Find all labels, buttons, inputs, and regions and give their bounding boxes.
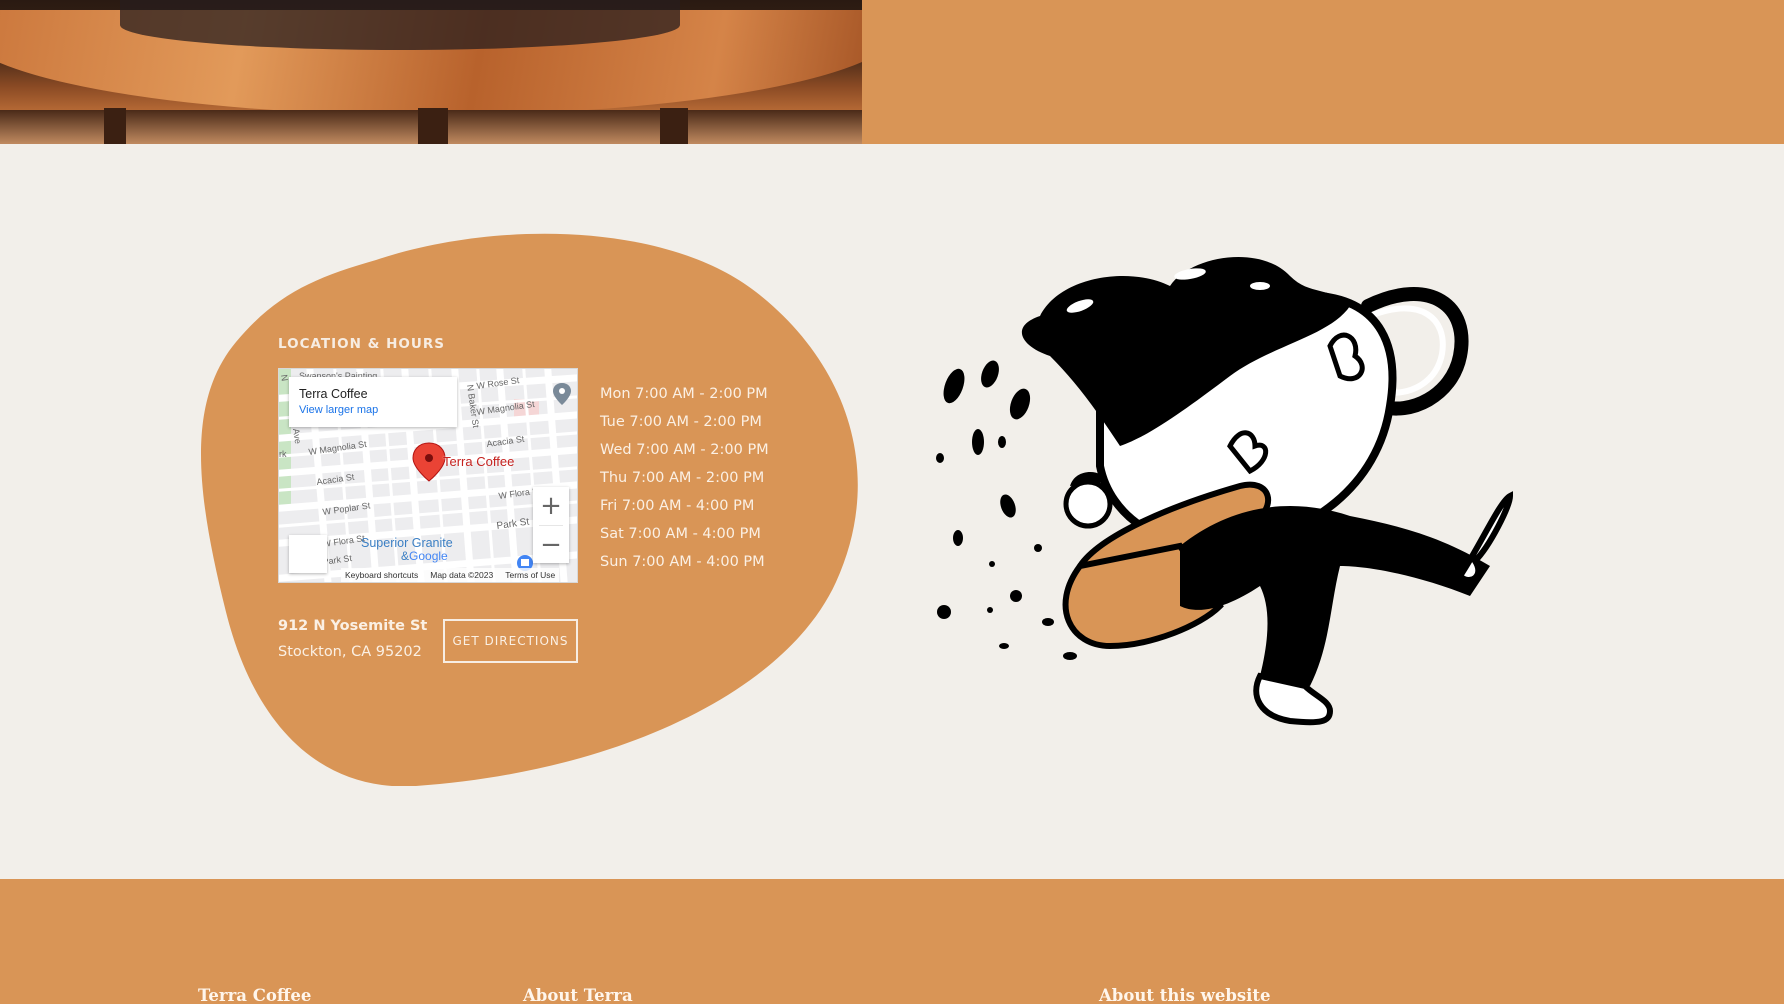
map-data-text: Map data ©2023	[430, 570, 494, 580]
table-photo	[0, 0, 862, 144]
hero-orange-panel	[862, 0, 1784, 144]
footer-heading-terra-coffee: Terra Coffee	[198, 986, 312, 1004]
hours-row: Thu 7:00 AM - 2:00 PM	[600, 470, 765, 486]
street-label: rk	[279, 449, 287, 459]
hours-row: Sun 7:00 AM - 4:00 PM	[600, 554, 765, 570]
keyboard-shortcuts-link[interactable]: Keyboard shortcuts	[345, 570, 418, 580]
footer-heading-about-terra: About Terra	[523, 986, 633, 1004]
table-leg	[418, 108, 448, 144]
get-directions-button[interactable]: GET DIRECTIONS	[443, 619, 578, 663]
hours-row: Wed 7:00 AM - 2:00 PM	[600, 442, 769, 458]
street-label: Ave	[291, 428, 303, 445]
street-view-pegman-button[interactable]	[289, 535, 327, 573]
hours-row: Tue 7:00 AM - 2:00 PM	[600, 414, 762, 430]
section-title: LOCATION & HOURS	[278, 336, 445, 352]
map-business-sub: &Google	[361, 550, 453, 563]
map-place-name: Terra Coffee	[299, 387, 368, 401]
address-street: 912 N Yosemite St	[278, 618, 428, 634]
table-leg	[660, 108, 688, 144]
hours-row: Sat 7:00 AM - 4:00 PM	[600, 526, 761, 542]
map-pin-label: Terra Coffee	[443, 454, 515, 469]
table-leg	[104, 108, 126, 144]
map-business-amp: &	[401, 549, 410, 563]
google-logo: Google	[409, 549, 448, 563]
coffee-cup-person-icon	[930, 246, 1570, 746]
footer-heading-about-website: About this website	[1099, 986, 1271, 1004]
embedded-map[interactable]: Swanson's Painting W Rose St W Magnolia …	[278, 368, 578, 583]
table-shadow	[120, 0, 680, 50]
map-business-label: Superior Granite &Google	[361, 537, 453, 563]
terms-of-use-link[interactable]: Terms of Use	[505, 570, 555, 580]
map-zoom-controls: + −	[533, 487, 569, 563]
address-city: Stockton, CA 95202	[278, 644, 422, 660]
map-footer: Keyboard shortcuts Map data ©2023 Terms …	[341, 568, 560, 582]
hours-row: Fri 7:00 AM - 4:00 PM	[600, 498, 755, 514]
zoom-in-button[interactable]: +	[533, 487, 569, 525]
view-larger-map-link[interactable]: View larger map	[299, 404, 447, 416]
opening-hours-list: Mon 7:00 AM - 2:00 PM Tue 7:00 AM - 2:00…	[600, 380, 769, 576]
hero-band	[0, 0, 1784, 144]
zoom-out-button[interactable]: −	[533, 526, 569, 564]
map-info-card: Terra Coffee View larger map	[289, 377, 457, 427]
hours-row: Mon 7:00 AM - 2:00 PM	[600, 386, 768, 402]
